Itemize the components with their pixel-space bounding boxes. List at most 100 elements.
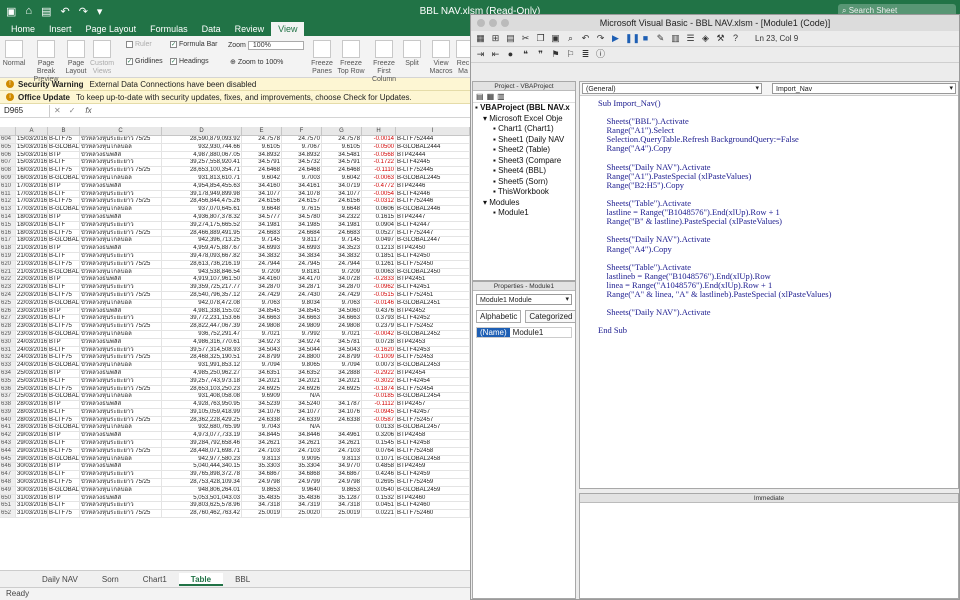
cell[interactable]: 24.6683: [322, 229, 362, 237]
cell[interactable]: 0.0527: [362, 229, 396, 237]
row-header[interactable]: 624: [0, 291, 16, 299]
cell[interactable]: BTP42447: [396, 213, 470, 221]
cell[interactable]: 943,538,846.54: [162, 268, 242, 276]
cell[interactable]: 15/03/2016: [16, 159, 48, 167]
cell[interactable]: 24.6468: [322, 167, 362, 174]
cell[interactable]: 29/03/2016: [16, 432, 48, 440]
cell[interactable]: 34.6993: [242, 245, 282, 252]
cell[interactable]: 24.7944: [322, 260, 362, 268]
cell[interactable]: บัวหลวงหุ้นระยะยาว: [80, 440, 162, 447]
ribbon-tab-view[interactable]: View: [271, 22, 305, 36]
cell[interactable]: B-GLOBAL: [48, 268, 80, 276]
cell[interactable]: 9.7145: [242, 237, 282, 245]
cell[interactable]: 942,078,472.08: [162, 299, 242, 307]
cell[interactable]: 23/03/2016: [16, 330, 48, 338]
cell[interactable]: 24.9808: [322, 323, 362, 330]
cell[interactable]: 28,613,736,216.19: [162, 260, 242, 268]
cell[interactable]: 35.3304: [282, 463, 322, 471]
cell[interactable]: 0.1545: [362, 440, 396, 447]
cell[interactable]: 21/03/2016: [16, 252, 48, 260]
cell[interactable]: 9.7209: [322, 268, 362, 276]
cell[interactable]: 29/03/2016: [16, 455, 48, 463]
cell[interactable]: 9.6042: [322, 174, 362, 182]
cell[interactable]: 34.6663: [242, 315, 282, 323]
cell[interactable]: 17/03/2016: [16, 190, 48, 198]
cell[interactable]: B-GLOBAL2459: [396, 486, 470, 494]
cell[interactable]: บัวหลวงหุ้นระยะยาว: [80, 408, 162, 416]
cell[interactable]: B-LTF752451: [396, 291, 470, 299]
column-header-e[interactable]: E: [242, 127, 282, 135]
cell[interactable]: 0.4246: [362, 471, 396, 479]
cell[interactable]: 34.1077: [282, 408, 322, 416]
cell[interactable]: บัวหลวงหุ้นระยะยาว 75/25: [80, 447, 162, 455]
cell[interactable]: 34.7318: [322, 502, 362, 510]
cell[interactable]: N/A: [282, 393, 322, 401]
cell[interactable]: B-GLOBAL: [48, 393, 80, 401]
cell[interactable]: 9.9095: [282, 455, 322, 463]
toolbox-icon[interactable]: ⚒: [715, 33, 726, 44]
sheet-tab-chart1[interactable]: Chart1: [131, 573, 179, 586]
cell[interactable]: B-LTF75: [48, 447, 80, 455]
cell[interactable]: 34.1076: [242, 408, 282, 416]
cell[interactable]: B-GLOBAL2453: [396, 362, 470, 369]
cell[interactable]: บัวหลวงหุ้นโกลบอล: [80, 237, 162, 245]
cell[interactable]: BTP42457: [396, 401, 470, 408]
cell[interactable]: 932,680,765.99: [162, 424, 242, 432]
cell[interactable]: 0.1213: [362, 245, 396, 252]
cell[interactable]: B-LTF75: [48, 198, 80, 206]
cell[interactable]: 9.8065: [282, 362, 322, 369]
cell[interactable]: 28,466,889,491.95: [162, 229, 242, 237]
cell[interactable]: บัวหลวงธนพลัส: [80, 151, 162, 159]
cell[interactable]: B-GLOBAL2451: [396, 299, 470, 307]
cell[interactable]: 931,813,610.71: [162, 174, 242, 182]
cell[interactable]: บัวหลวงหุ้นระยะยาว 75/25: [80, 291, 162, 299]
cell[interactable]: 16/03/2016: [16, 167, 48, 174]
cell[interactable]: 9.6105: [242, 143, 282, 151]
record-macro-button[interactable]: Rec Ma: [456, 40, 470, 76]
row-header[interactable]: 636: [0, 385, 16, 393]
cell[interactable]: 34.5239: [242, 401, 282, 408]
cell[interactable]: B-LTF75: [48, 260, 80, 268]
row-header[interactable]: 650: [0, 494, 16, 502]
cell[interactable]: 24/03/2016: [16, 346, 48, 354]
copy-icon[interactable]: ❐: [535, 33, 546, 44]
cell[interactable]: -0.0568: [362, 151, 396, 159]
cell[interactable]: 9.7067: [282, 143, 322, 151]
cell[interactable]: 0.4376: [362, 307, 396, 315]
cell[interactable]: 4,985,250,962.27: [162, 369, 242, 377]
row-header[interactable]: 644: [0, 447, 16, 455]
cell[interactable]: 9.7094: [322, 362, 362, 369]
cell[interactable]: 24.6925: [322, 385, 362, 393]
list-properties-icon[interactable]: ≣: [580, 49, 591, 60]
cell[interactable]: 9.8653: [242, 486, 282, 494]
cell[interactable]: 9.7043: [242, 424, 282, 432]
cell[interactable]: บัวหลวงธนพลัส: [80, 213, 162, 221]
cell[interactable]: 9.8034: [282, 299, 322, 307]
cell[interactable]: BTP: [48, 369, 80, 377]
cell[interactable]: 24.6684: [282, 229, 322, 237]
cell[interactable]: 4,919,107,961.50: [162, 276, 242, 284]
cell[interactable]: 34.2870: [322, 284, 362, 291]
cell[interactable]: B-GLOBAL2447: [396, 237, 470, 245]
cell[interactable]: 34.1077: [242, 190, 282, 198]
cell[interactable]: 34.2621: [322, 440, 362, 447]
cell[interactable]: B-LTF75: [48, 510, 80, 518]
select-all-corner[interactable]: [0, 127, 16, 135]
cell[interactable]: 24.9809: [282, 323, 322, 330]
cell[interactable]: 31/03/2016: [16, 502, 48, 510]
view-code-icon[interactable]: ▤: [476, 92, 484, 101]
cell[interactable]: 15/03/2016: [16, 143, 48, 151]
cell[interactable]: 931,408,058.08: [162, 393, 242, 401]
cell[interactable]: 23/03/2016: [16, 307, 48, 315]
cell[interactable]: 24.7429: [242, 291, 282, 299]
row-header[interactable]: 649: [0, 486, 16, 494]
cell[interactable]: 30/03/2016: [16, 471, 48, 479]
cell[interactable]: บัวหลวงหุ้นระยะยาว: [80, 377, 162, 385]
cell[interactable]: 0.3206: [362, 432, 396, 440]
name-box[interactable]: D965: [0, 104, 50, 117]
cell[interactable]: B-LTF75: [48, 416, 80, 424]
cell[interactable]: 24.6156: [242, 198, 282, 206]
comment-block-icon[interactable]: ❝: [520, 49, 531, 60]
cell[interactable]: 34.0719: [322, 182, 362, 190]
cell[interactable]: B-LTF75: [48, 229, 80, 237]
